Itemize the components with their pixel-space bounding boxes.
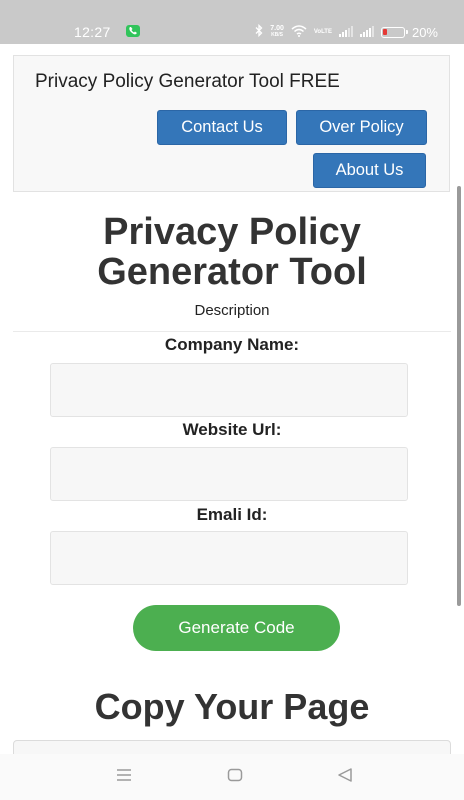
page-title: Privacy Policy Generator Tool (0, 212, 464, 292)
brand-title[interactable]: Privacy Policy Generator Tool FREE (35, 71, 340, 93)
about-us-button[interactable]: About Us (313, 153, 426, 188)
copy-your-page-heading: Copy Your Page (94, 686, 370, 727)
menu-icon[interactable] (116, 767, 132, 788)
signal-icon (338, 25, 353, 40)
network-speed-value: 7.00 (270, 25, 284, 32)
volte-badge: VoLTE (314, 29, 332, 35)
battery-percent: 20% (411, 24, 438, 40)
volte-label: VoLTE (313, 29, 332, 35)
status-icons: 7.00 KB/S VoLTE 20% (255, 23, 438, 40)
website-url-input[interactable] (50, 447, 408, 501)
page-title-line-2: Generator Tool (97, 251, 367, 293)
status-time: 12:27 (74, 24, 111, 40)
bluetooth-icon (255, 23, 263, 40)
page-title-line-1: Privacy Policy (103, 211, 361, 253)
email-id-label: Emali Id: (196, 505, 268, 524)
web-page[interactable]: Privacy Policy Generator Tool FREE Conta… (0, 44, 464, 754)
company-name-label: Company Name: (164, 335, 300, 354)
over-policy-button[interactable]: Over Policy (296, 110, 427, 145)
navbar: Privacy Policy Generator Tool FREE Conta… (13, 55, 450, 192)
network-speed-unit: KB/S (271, 32, 284, 38)
wifi-icon (291, 24, 307, 40)
email-id-input[interactable] (50, 531, 408, 585)
generated-output-box[interactable] (13, 740, 451, 754)
scrollbar[interactable] (457, 186, 461, 606)
divider (13, 331, 451, 332)
description-text: Description (194, 302, 270, 319)
back-icon[interactable] (337, 767, 353, 788)
screen: 12:27 7.00 KB/S VoLTE 20% Privacy Policy… (0, 0, 464, 800)
signal-icon-secondary (359, 25, 374, 40)
call-icon (126, 25, 140, 37)
generate-code-button[interactable]: Generate Code (133, 605, 340, 651)
system-nav-bar (0, 754, 464, 800)
home-icon[interactable] (227, 767, 243, 788)
website-url-label: Website Url: (182, 420, 282, 439)
battery-fill (382, 28, 387, 35)
network-speed: 7.00 KB/S (270, 25, 284, 39)
contact-us-button[interactable]: Contact Us (157, 110, 287, 145)
status-bar: 12:27 7.00 KB/S VoLTE 20% (0, 0, 464, 44)
company-name-input[interactable] (50, 363, 408, 417)
battery-icon (380, 26, 408, 38)
